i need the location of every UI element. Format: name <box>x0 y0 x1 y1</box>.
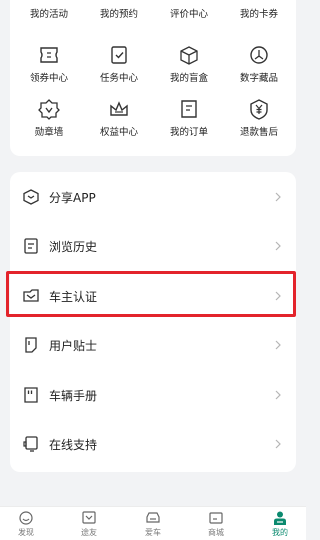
order-doc-icon <box>181 100 197 118</box>
grid-label: 退款售后 <box>239 127 278 138</box>
box-icon <box>180 46 198 65</box>
checklist-icon <box>111 46 127 64</box>
friends-icon <box>82 511 96 524</box>
grid-item-my-coupons[interactable]: 我的卡券 <box>224 0 294 20</box>
grid-label: 我的活动 <box>29 9 68 20</box>
grid-label: 我的盲盒 <box>169 73 208 84</box>
chevron-right-icon <box>275 241 281 251</box>
grid-label: 我的卡券 <box>239 9 278 20</box>
support-icon <box>23 436 38 452</box>
tab-label: 途友 <box>81 528 97 537</box>
grid-item-badge-wall[interactable]: 勋章墙 <box>14 98 84 138</box>
chevron-right-icon <box>275 390 281 400</box>
store-icon <box>209 512 223 524</box>
tab-label: 发现 <box>18 528 34 537</box>
tab-friends[interactable]: 途友 <box>69 510 109 538</box>
grid-label: 数字藏品 <box>239 73 278 84</box>
tab-label: 爱车 <box>145 528 161 537</box>
grid-label: 评价中心 <box>169 9 208 20</box>
menu-item-owner-verification[interactable]: 车主认证 <box>10 276 296 316</box>
manual-icon <box>24 387 38 403</box>
chevron-right-icon <box>275 291 281 301</box>
grid-item-my-orders[interactable]: 我的订单 <box>154 98 224 138</box>
menu-item-vehicle-manual[interactable]: 车辆手册 <box>10 375 296 415</box>
grid-item-digital-collectibles[interactable]: 数字藏品 <box>224 44 294 84</box>
grid-label: 我的订单 <box>169 127 208 138</box>
menu-item-label: 分享APP <box>49 190 96 205</box>
grid-item-my-activity[interactable]: 我的活动 <box>14 0 84 20</box>
menu-item-browse-history[interactable]: 浏览历史 <box>10 226 296 266</box>
grid-label: 权益中心 <box>99 127 138 138</box>
menu-item-label: 车主认证 <box>49 289 98 304</box>
grid-item-my-reservation[interactable]: 我的预约 <box>84 0 154 20</box>
services-grid-card: 我的活动 我的预约 评价中心 我的卡券 领券中心 任务中心 我的盲盒 数字藏品 … <box>10 0 296 156</box>
chat-bubble-icon <box>178 0 200 2</box>
menu-item-label: 浏览历史 <box>49 239 98 254</box>
grid-item-task-center[interactable]: 任务中心 <box>84 44 154 84</box>
grid-item-blind-box[interactable]: 我的盲盒 <box>154 44 224 84</box>
tab-car[interactable]: 爱车 <box>133 510 173 538</box>
tab-label: 我的 <box>272 528 288 537</box>
crown-icon <box>110 101 128 116</box>
coupon-icon <box>248 0 270 2</box>
medal-icon <box>38 99 60 120</box>
refund-yen-icon <box>250 99 268 120</box>
tab-label: 商城 <box>208 528 224 537</box>
flag-icon <box>38 0 60 2</box>
menu-item-user-tips[interactable]: 用户贴士 <box>10 325 296 365</box>
hexagon-icon <box>250 46 268 64</box>
chevron-right-icon <box>275 340 281 350</box>
grid-label: 勋章墙 <box>34 127 64 138</box>
grid-label: 我的预约 <box>99 9 138 20</box>
menu-list-card: 分享APP 浏览历史 车主认证 用户贴士 车辆手册 在线支持 <box>10 172 296 472</box>
tab-profile[interactable]: 我的 <box>260 510 300 538</box>
menu-item-share-app[interactable]: 分享APP <box>10 177 296 217</box>
profile-icon <box>274 511 286 525</box>
menu-item-online-support[interactable]: 在线支持 <box>10 424 296 464</box>
grid-label: 领券中心 <box>29 73 68 84</box>
grid-item-coupon-center[interactable]: 领券中心 <box>14 44 84 84</box>
grid-item-review-center[interactable]: 评价中心 <box>154 0 224 20</box>
calendar-icon <box>108 0 130 2</box>
grid-item-benefits-center[interactable]: 权益中心 <box>84 98 154 138</box>
share-cube-icon <box>23 189 39 205</box>
grid-item-refunds[interactable]: 退款售后 <box>224 98 294 138</box>
tips-icon <box>25 337 37 353</box>
chevron-right-icon <box>275 192 281 202</box>
chevron-right-icon <box>275 439 281 449</box>
menu-item-label: 用户贴士 <box>49 338 98 353</box>
ticket-icon <box>40 47 58 63</box>
tab-store[interactable]: 商城 <box>196 510 236 538</box>
discover-icon <box>19 511 33 525</box>
owner-verify-icon <box>23 289 39 302</box>
history-doc-icon <box>24 238 38 254</box>
menu-item-label: 在线支持 <box>49 437 98 452</box>
menu-item-label: 车辆手册 <box>49 388 98 403</box>
bottom-tab-bar: 发现 途友 爱车 商城 我的 <box>0 506 306 540</box>
car-icon <box>146 512 160 523</box>
grid-label: 任务中心 <box>99 73 138 84</box>
tab-discover[interactable]: 发现 <box>6 510 46 538</box>
